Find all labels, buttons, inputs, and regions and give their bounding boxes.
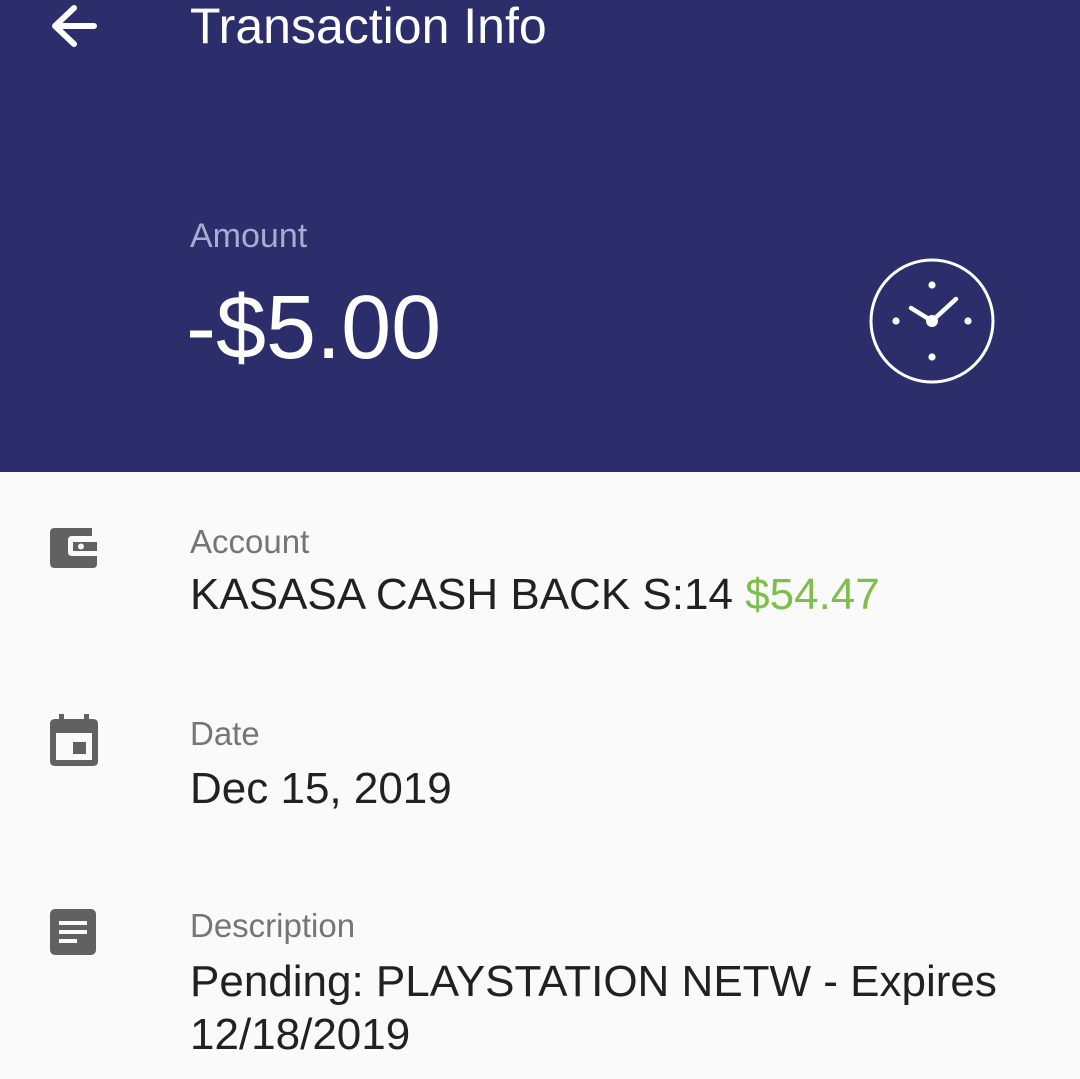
back-button[interactable] xyxy=(40,0,108,52)
description-icon-wrap xyxy=(48,907,100,959)
account-row: Account KASASA CASH BACK S:14 $54.47 xyxy=(0,472,1080,662)
account-label: Account xyxy=(190,523,310,560)
date-value: Dec 15, 2019 xyxy=(190,764,452,813)
date-label: Date xyxy=(190,715,260,752)
app-bar: Transaction Info Amount -$5.00 xyxy=(0,0,1080,472)
amount-label: Amount xyxy=(190,217,308,255)
description-line-2: 12/18/2019 xyxy=(190,1010,411,1059)
account-balance: $54.47 xyxy=(745,570,880,619)
account-icon-wrap xyxy=(48,522,100,574)
description-label: Description xyxy=(190,907,356,944)
wallet-icon xyxy=(50,528,97,568)
description-line-1: Pending: PLAYSTATION NETW - Expires xyxy=(190,957,997,1006)
page-title: Transaction Info xyxy=(190,0,547,54)
account-name: KASASA CASH BACK S:14 xyxy=(190,570,733,619)
arrow-back-icon xyxy=(52,5,97,47)
calendar-icon xyxy=(50,714,98,766)
account-value: KASASA CASH BACK S:14 $54.47 xyxy=(190,569,1050,621)
description-icon xyxy=(50,909,96,955)
transaction-info-screen: Transaction Info Amount -$5.00 Account K… xyxy=(0,0,1080,1079)
description-row: Description Pending: PLAYSTATION NETW - … xyxy=(0,854,1080,1079)
clock-pending-icon xyxy=(869,258,995,384)
date-icon-wrap xyxy=(48,713,100,766)
pending-status-button[interactable] xyxy=(868,257,996,385)
date-row: Date Dec 15, 2019 xyxy=(0,662,1080,854)
amount-value: -$5.00 xyxy=(186,278,442,378)
